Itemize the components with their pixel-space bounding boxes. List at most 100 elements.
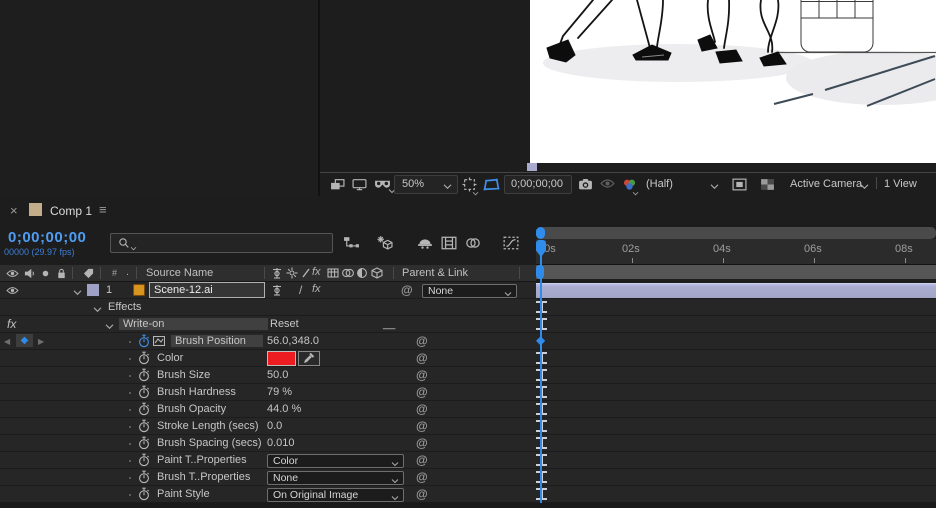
property-value[interactable]: 56.0,348.0 bbox=[267, 335, 319, 347]
viewer-scrollbar[interactable] bbox=[320, 163, 936, 172]
parent-select[interactable]: None bbox=[422, 284, 517, 298]
previous-keyframe-icon[interactable]: ◀ bbox=[4, 337, 10, 346]
effects-expand-chevron-icon[interactable] bbox=[93, 304, 102, 316]
effect-more-link[interactable]: __ bbox=[383, 318, 395, 330]
panel-menu-icon[interactable]: ≡ bbox=[99, 202, 107, 217]
layer-duration-bar[interactable] bbox=[536, 283, 936, 298]
show-snapshot-eye-icon[interactable] bbox=[600, 178, 615, 189]
property-row-color[interactable]: Color @ bbox=[0, 350, 536, 367]
property-row-stroke-length[interactable]: Stroke Length (secs) 0.0 @ bbox=[0, 418, 536, 435]
eyedropper-icon[interactable] bbox=[298, 351, 320, 366]
property-value[interactable]: 0.0 bbox=[267, 420, 282, 432]
always-preview-icon[interactable] bbox=[330, 178, 345, 191]
property-row-brush-spacing[interactable]: Brush Spacing (secs) 0.010 @ bbox=[0, 435, 536, 452]
draft-3d-icon[interactable] bbox=[376, 235, 394, 250]
transparency-grid-icon[interactable] bbox=[760, 178, 775, 191]
property-row-brush-position[interactable]: ◀ ◆ ▶ Brush Position 56.0,348.0 @ bbox=[0, 333, 536, 350]
property-label[interactable]: Brush Spacing (secs) bbox=[157, 437, 262, 449]
property-label[interactable]: Brush T..Properties bbox=[157, 471, 250, 483]
layer-row-scene-12[interactable]: 1 Scene-12.ai / fx @ None bbox=[0, 282, 536, 299]
property-label[interactable]: Paint T..Properties bbox=[157, 454, 247, 466]
adjustment-layer-switch-icon[interactable] bbox=[356, 267, 368, 279]
video-column-eye-icon[interactable] bbox=[6, 269, 19, 278]
graph-editor-icon[interactable] bbox=[503, 236, 519, 250]
pickwhip-icon[interactable]: @ bbox=[416, 419, 428, 433]
primary-viewer-icon[interactable] bbox=[352, 178, 367, 191]
property-row-brush-time-properties[interactable]: Brush T..Properties None @ bbox=[0, 469, 536, 486]
paint-style-select[interactable]: On Original Image bbox=[267, 488, 404, 502]
stopwatch-icon[interactable] bbox=[138, 419, 150, 433]
layer-name-field[interactable]: Scene-12.ai bbox=[149, 282, 265, 298]
property-label[interactable]: Brush Size bbox=[157, 369, 210, 381]
active-camera-select[interactable]: Active Camera bbox=[790, 178, 862, 190]
pickwhip-icon[interactable]: @ bbox=[416, 385, 428, 399]
property-label[interactable]: Color bbox=[157, 352, 183, 364]
playhead-line[interactable] bbox=[540, 243, 542, 508]
dot-column[interactable]: . bbox=[126, 266, 129, 278]
effect-write-on-row[interactable]: fx Write-on Reset __ bbox=[0, 316, 536, 333]
frame-blending-icon[interactable] bbox=[441, 236, 457, 250]
property-row-brush-hardness[interactable]: Brush Hardness 79 % @ bbox=[0, 384, 536, 401]
property-label[interactable]: Stroke Length (secs) bbox=[157, 420, 259, 432]
shy-switch-icon[interactable] bbox=[271, 267, 283, 279]
time-navigator-bar[interactable] bbox=[536, 227, 936, 239]
color-swatch[interactable] bbox=[267, 351, 296, 366]
composition-viewer[interactable] bbox=[530, 0, 936, 163]
stopwatch-icon-active[interactable] bbox=[138, 334, 150, 348]
effects-group-label[interactable]: Effects bbox=[108, 301, 141, 313]
motion-blur-icon[interactable] bbox=[465, 236, 481, 250]
current-time-display[interactable]: 0;00;00;00 bbox=[8, 229, 86, 246]
time-navigator-start-handle[interactable] bbox=[536, 227, 545, 239]
property-row-brush-opacity[interactable]: Brush Opacity 44.0 % @ bbox=[0, 401, 536, 418]
solo-column-icon[interactable] bbox=[41, 269, 50, 278]
collapse-transformations-icon[interactable] bbox=[286, 267, 298, 279]
stopwatch-icon[interactable] bbox=[138, 402, 150, 416]
stopwatch-icon[interactable] bbox=[138, 436, 150, 450]
effect-name[interactable]: Write-on bbox=[119, 318, 268, 330]
quality-switch-icon[interactable] bbox=[300, 267, 312, 279]
property-label[interactable]: Brush Position bbox=[171, 335, 263, 347]
layer-number-column[interactable]: # bbox=[112, 268, 117, 278]
stopwatch-icon[interactable] bbox=[138, 368, 150, 382]
stopwatch-icon[interactable] bbox=[138, 385, 150, 399]
snapshot-camera-icon[interactable] bbox=[578, 178, 593, 190]
pickwhip-icon[interactable]: @ bbox=[416, 402, 428, 416]
effect-reset-link[interactable]: Reset bbox=[270, 318, 299, 330]
layer-visibility-eye-icon[interactable] bbox=[6, 286, 19, 295]
stopwatch-icon[interactable] bbox=[138, 487, 150, 501]
effect-expand-chevron-icon[interactable] bbox=[105, 321, 114, 333]
layer-label-color[interactable] bbox=[87, 284, 99, 296]
next-keyframe-icon[interactable]: ▶ bbox=[38, 337, 44, 346]
pickwhip-icon[interactable]: @ bbox=[416, 351, 428, 365]
magnification-select[interactable]: 50% bbox=[394, 175, 458, 194]
pickwhip-icon[interactable]: @ bbox=[416, 368, 428, 382]
graph-include-icon[interactable] bbox=[153, 336, 165, 346]
paint-time-properties-select[interactable]: Color bbox=[267, 454, 404, 468]
stopwatch-icon[interactable] bbox=[138, 470, 150, 484]
view-layout-select[interactable]: 1 View bbox=[884, 178, 917, 190]
search-input[interactable] bbox=[110, 233, 333, 253]
property-label[interactable]: Paint Style bbox=[157, 488, 210, 500]
property-row-paint-time-properties[interactable]: Paint T..Properties Color @ bbox=[0, 452, 536, 469]
layer-shy-switch-icon[interactable] bbox=[271, 284, 283, 296]
stopwatch-icon[interactable] bbox=[138, 351, 150, 365]
frame-blend-switch-icon[interactable] bbox=[327, 267, 339, 279]
parent-link-column[interactable]: Parent & Link bbox=[402, 267, 468, 279]
brush-time-properties-select[interactable]: None bbox=[267, 471, 404, 485]
current-time-field[interactable]: 0;00;00;00 bbox=[504, 175, 572, 194]
time-ruler[interactable]: 00s 02s 04s 06s 08s bbox=[536, 239, 936, 265]
pickwhip-icon[interactable]: @ bbox=[416, 436, 428, 450]
property-label[interactable]: Brush Opacity bbox=[157, 403, 226, 415]
keyframe-toggle-box[interactable]: ◆ bbox=[16, 334, 33, 347]
motion-blur-switch-icon[interactable] bbox=[341, 267, 355, 279]
stopwatch-icon[interactable] bbox=[138, 453, 150, 467]
viewer-scrollbar-thumb[interactable] bbox=[527, 163, 537, 171]
pickwhip-icon[interactable]: @ bbox=[416, 487, 428, 501]
property-value[interactable]: 44.0 % bbox=[267, 403, 301, 415]
parent-pickwhip-icon[interactable]: @ bbox=[401, 283, 413, 297]
property-value[interactable]: 0.010 bbox=[267, 437, 295, 449]
fx-switch-icon[interactable]: fx bbox=[312, 266, 321, 278]
tab-comp-1[interactable]: Comp 1 bbox=[50, 204, 92, 218]
close-tab-icon[interactable]: × bbox=[10, 203, 18, 218]
mask-visibility-icon[interactable] bbox=[483, 178, 500, 191]
